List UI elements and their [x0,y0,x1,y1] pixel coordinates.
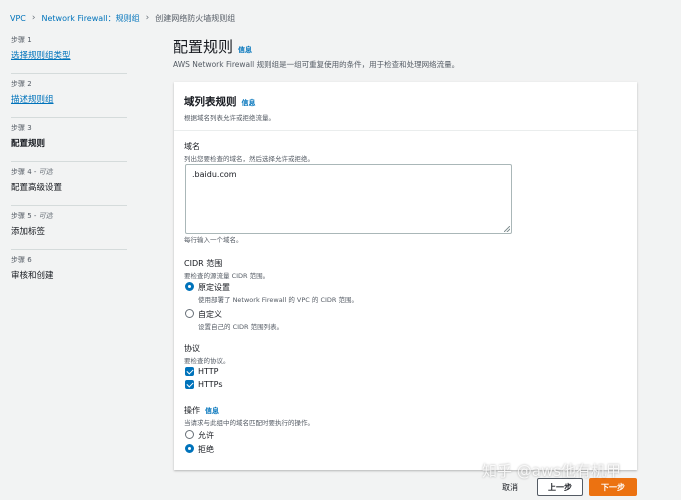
panel-header: 域列表规则 信息 根据域名列表允许或拒绝流量。 [174,82,637,131]
wizard-steps: 步骤 1 选择规则组类型 步骤 2 描述规则组 步骤 3 配置规则 步骤 4 -… [11,30,127,294]
cidr-default-radio[interactable] [185,282,194,291]
panel-description: 根据域名列表允许或拒绝流量。 [184,114,275,122]
action-deny-label[interactable]: 拒绝 [198,444,214,455]
domain-description: 列出您要检查的域名，然后选择允许或拒绝。 [184,155,314,163]
step-review-create: 审核和创建 [11,271,54,281]
step-number: 步骤 6 [11,256,32,264]
page-description: AWS Network Firewall 规则组是一组可重复使用的条件，用于检查… [173,60,460,69]
resize-handle-icon[interactable] [504,226,510,232]
step-4: 步骤 4 - 可选 配置高级设置 [11,162,127,206]
step-link-describe[interactable]: 描述规则组 [11,93,127,105]
step-6: 步骤 6 审核和创建 [11,250,127,294]
domain-list-panel: 域列表规则 信息 根据域名列表允许或拒绝流量。 域名 列出您要检查的域名，然后选… [174,82,637,470]
step-number: 步骤 5 - 可选 [11,212,53,220]
step-number: 步骤 4 - 可选 [11,168,53,176]
watermark: 知乎 @aws他有机甲 [482,462,622,480]
chevron-right-icon: › [145,12,150,23]
cidr-custom-label[interactable]: 自定义 [198,309,222,320]
step-number: 步骤 3 [11,124,32,132]
action-label: 操作 信息 [184,406,219,416]
cidr-default-label[interactable]: 原定设置 [198,282,230,293]
step-2: 步骤 2 描述规则组 [11,74,127,118]
domain-label: 域名 [184,142,200,151]
action-allow-radio[interactable] [185,430,194,439]
https-checkbox[interactable] [185,380,194,389]
step-advanced-settings: 配置高级设置 [11,183,63,193]
step-number: 步骤 2 [11,80,32,88]
http-label[interactable]: HTTP [198,367,218,376]
page-title: 配置规则 信息 [173,38,253,56]
chevron-right-icon: › [31,12,36,23]
cidr-custom-radio[interactable] [185,309,194,318]
breadcrumb: VPC › Network Firewall：规则组 › 创建网络防火墙规则组 [10,11,235,25]
step-add-tags: 添加标签 [11,227,46,237]
domain-value: .baidu.com [192,170,237,179]
cidr-default-description: 使用部署了 Network Firewall 的 VPC 的 CIDR 范围。 [198,296,358,304]
action-allow-label[interactable]: 允许 [198,430,214,441]
step-current-configure-rules: 配置规则 [11,139,46,149]
https-label[interactable]: HTTPs [198,380,223,389]
cidr-custom-description: 设置自己的 CIDR 范围列表。 [198,323,284,331]
domain-list-textarea[interactable]: .baidu.com [185,164,512,234]
info-link[interactable]: 信息 [238,45,252,55]
step-5: 步骤 5 - 可选 添加标签 [11,206,127,250]
action-description: 当请求与此组中的域名匹配时要执行的操作。 [184,419,314,427]
protocol-label: 协议 [184,344,200,353]
panel-info-link[interactable]: 信息 [242,98,256,108]
domain-hint: 每行输入一个域名。 [184,236,243,244]
step-3: 步骤 3 配置规则 [11,118,127,162]
breadcrumb-current: 创建网络防火墙规则组 [155,13,236,23]
breadcrumb-rule-groups-link[interactable]: Network Firewall：规则组 [42,13,140,24]
cidr-description: 要检查的源流量 CIDR 范围。 [184,272,270,280]
http-checkbox[interactable] [185,367,194,376]
panel-title: 域列表规则 信息 [184,96,256,108]
cidr-label: CIDR 范围 [184,259,223,268]
step-1: 步骤 1 选择规则组类型 [11,30,127,74]
action-info-link[interactable]: 信息 [205,406,219,416]
breadcrumb-vpc-link[interactable]: VPC [10,14,26,23]
protocol-description: 要检查的协议。 [184,357,230,365]
action-deny-radio[interactable] [185,444,194,453]
step-link-select-type[interactable]: 选择规则组类型 [11,49,127,61]
step-number: 步骤 1 [11,36,32,44]
